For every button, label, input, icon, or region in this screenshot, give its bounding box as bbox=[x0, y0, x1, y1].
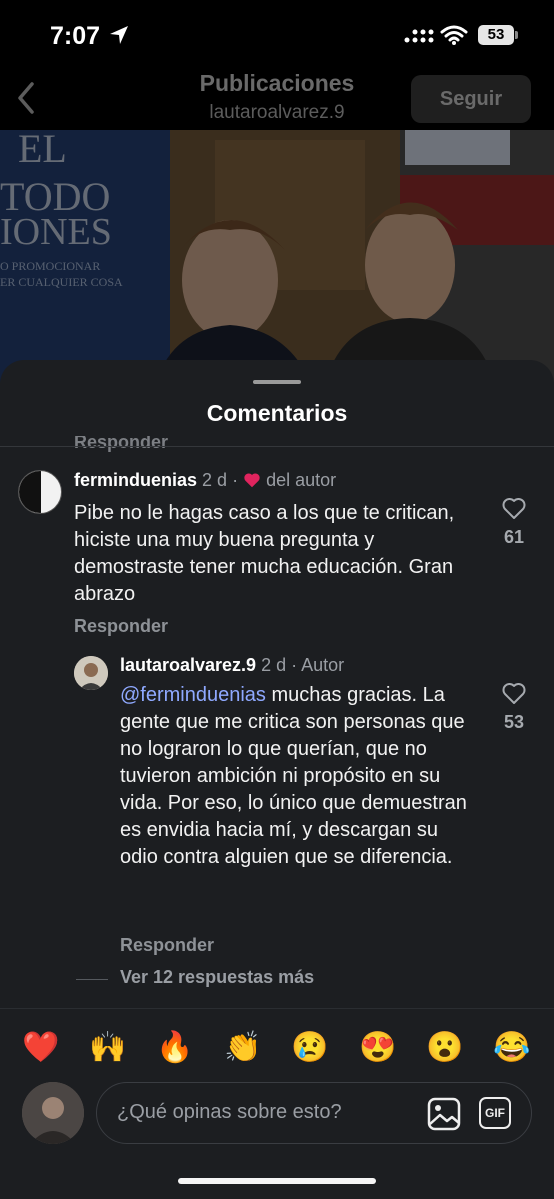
avatar bbox=[22, 1082, 84, 1144]
mention-link[interactable]: @ferminduenias bbox=[120, 684, 266, 706]
liked-by-author-label: del autor bbox=[266, 470, 337, 490]
reaction-laughing[interactable]: 😂 bbox=[492, 1028, 532, 1068]
location-arrow-icon bbox=[110, 26, 128, 44]
like-count: 53 bbox=[503, 712, 525, 732]
reaction-fire[interactable]: 🔥 bbox=[155, 1028, 195, 1068]
battery-indicator: 53 bbox=[478, 25, 514, 45]
comment-like[interactable]: 61 bbox=[494, 496, 534, 548]
reaction-clap[interactable]: 👏 bbox=[223, 1028, 263, 1068]
reply-text: @ferminduenias muchas gracias. La gente … bbox=[120, 682, 480, 871]
home-indicator bbox=[178, 1178, 376, 1184]
comment-username[interactable]: ferminduenias bbox=[74, 470, 197, 490]
comment-meta: ferminduenias 2 d · del autor bbox=[74, 470, 336, 491]
reply-button[interactable]: Responder bbox=[120, 935, 214, 956]
reply-meta: lautaroalvarez.9 2 d · Autor bbox=[120, 655, 344, 676]
heart-outline-icon[interactable] bbox=[501, 681, 527, 705]
image-icon[interactable] bbox=[427, 1097, 461, 1131]
status-time: 7:07 bbox=[50, 22, 101, 50]
post-header: Publicaciones lautaroalvarez.9 Seguir bbox=[0, 70, 554, 130]
view-more-replies-button[interactable]: Ver 12 respuestas más bbox=[120, 967, 314, 988]
quick-reactions: ❤️ 🙌 🔥 👏 😢 😍 😮 😂 bbox=[0, 1028, 554, 1068]
comment-text: Pibe no le hagas caso a los que te criti… bbox=[74, 502, 455, 605]
comment-input-placeholder: ¿Qué opinas sobre esto? bbox=[117, 1101, 342, 1123]
sheet-divider bbox=[0, 446, 554, 447]
meta-separator: · bbox=[291, 655, 298, 675]
avatar[interactable] bbox=[74, 656, 108, 690]
reply-username[interactable]: lautaroalvarez.9 bbox=[120, 655, 256, 675]
status-bar: 7:07 53 bbox=[0, 0, 554, 70]
reply-button[interactable]: Responder bbox=[74, 616, 168, 637]
follow-button[interactable]: Seguir bbox=[411, 75, 531, 123]
sheet-divider bbox=[0, 1008, 554, 1009]
wifi-icon bbox=[440, 25, 468, 45]
reaction-crying[interactable]: 😢 bbox=[290, 1028, 330, 1068]
heart-filled-icon bbox=[244, 473, 260, 488]
reaction-raised-hands[interactable]: 🙌 bbox=[88, 1028, 128, 1068]
reply-body: muchas gracias. La gente que me critica … bbox=[120, 684, 467, 868]
reaction-heart[interactable]: ❤️ bbox=[21, 1028, 61, 1068]
meta-separator: · bbox=[232, 470, 239, 490]
more-replies-line bbox=[76, 979, 108, 980]
heart-outline-icon[interactable] bbox=[501, 496, 527, 520]
reply-like[interactable]: 53 bbox=[494, 681, 534, 733]
sheet-grabber[interactable] bbox=[253, 380, 301, 384]
like-count: 61 bbox=[503, 527, 525, 547]
sheet-title: Comentarios bbox=[0, 390, 554, 436]
gif-button[interactable]: GIF bbox=[479, 1097, 511, 1129]
comment-input[interactable]: ¿Qué opinas sobre esto? GIF bbox=[96, 1082, 532, 1144]
signal-icon bbox=[404, 29, 434, 43]
reaction-surprised[interactable]: 😮 bbox=[425, 1028, 465, 1068]
battery-cap bbox=[515, 31, 518, 39]
avatar[interactable] bbox=[18, 470, 62, 514]
comments-sheet: Responder Comentarios ferminduenias 2 d … bbox=[0, 360, 554, 1199]
author-badge: Autor bbox=[301, 655, 345, 675]
comment-age: 2 d bbox=[202, 470, 228, 490]
reply-age: 2 d bbox=[261, 655, 287, 675]
reaction-heart-eyes[interactable]: 😍 bbox=[358, 1028, 398, 1068]
